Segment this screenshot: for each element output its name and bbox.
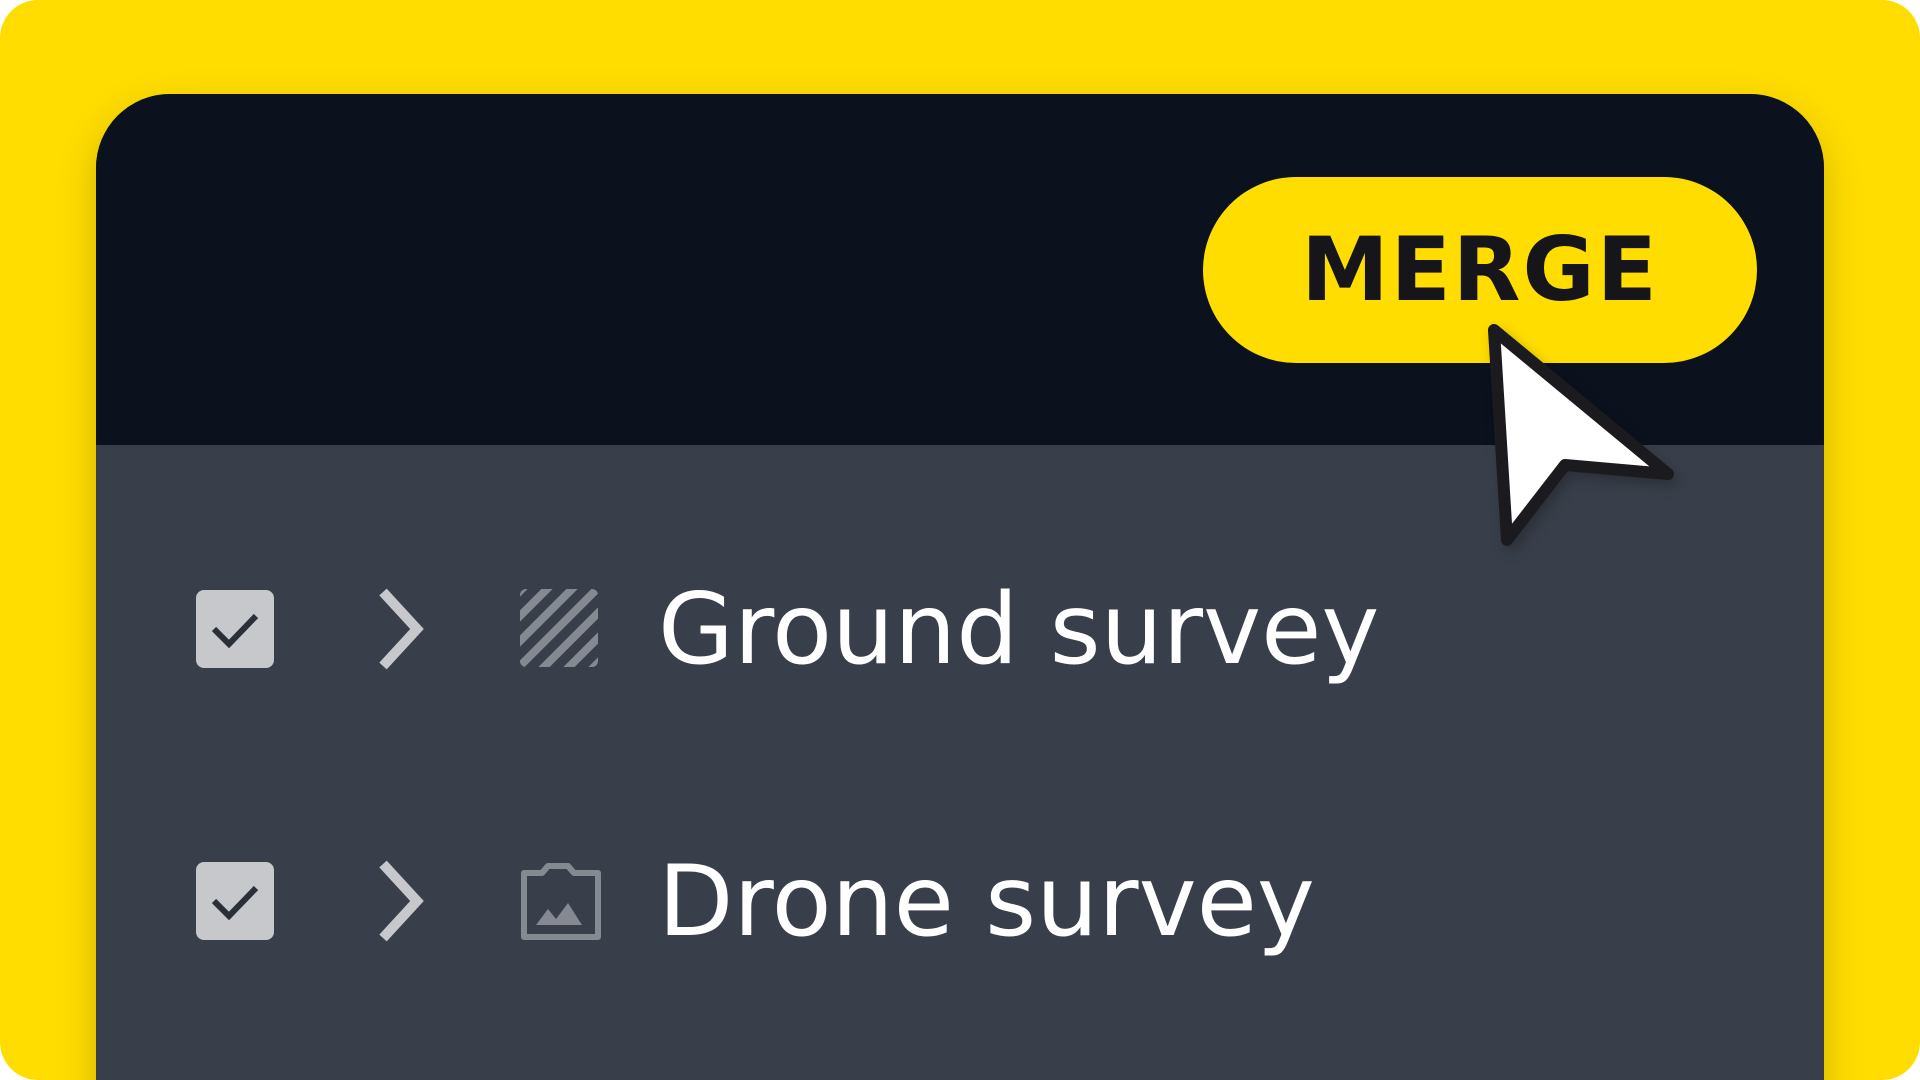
chevron-right-icon[interactable] — [371, 858, 441, 944]
merge-button-label: MERGE — [1301, 218, 1659, 321]
app-frame: MERGE Ground survey Drone survey — [0, 0, 1920, 1080]
hatched-layer-icon — [520, 589, 598, 667]
layer-row-drone-survey[interactable]: Drone survey — [96, 827, 1824, 977]
layer-name: Ground survey — [658, 573, 1380, 687]
layers-panel: MERGE Ground survey Drone survey — [96, 94, 1824, 1080]
layer-checkbox[interactable] — [196, 590, 274, 668]
checkmark-icon — [211, 885, 259, 921]
checkmark-icon — [211, 613, 259, 649]
layer-checkbox[interactable] — [196, 862, 274, 940]
layer-name: Drone survey — [658, 845, 1315, 959]
chevron-right-icon[interactable] — [371, 586, 441, 672]
layer-row-ground-survey[interactable]: Ground survey — [96, 555, 1824, 705]
image-layer-icon — [521, 863, 601, 940]
merge-button[interactable]: MERGE — [1203, 177, 1757, 363]
panel-header: MERGE — [96, 94, 1824, 445]
